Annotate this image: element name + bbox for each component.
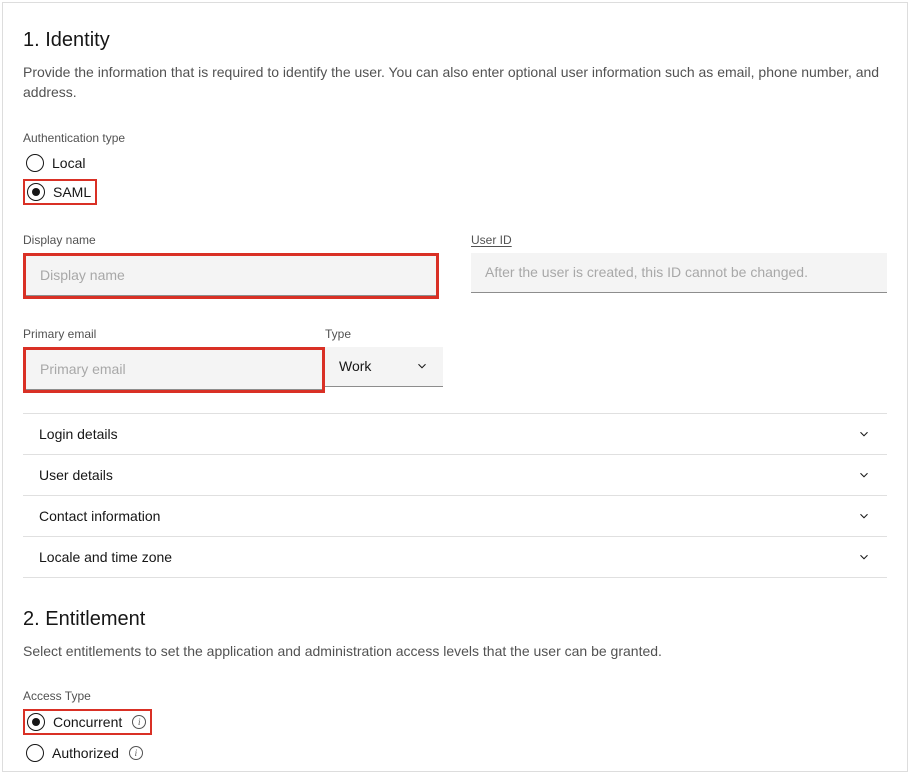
chevron-down-icon (857, 468, 871, 482)
auth-type-label: Authentication type (23, 131, 887, 145)
access-type-radio-authorized[interactable]: Authorized i (23, 741, 146, 765)
chevron-down-icon (857, 427, 871, 441)
access-type-label: Access Type (23, 689, 887, 703)
chevron-down-icon (857, 509, 871, 523)
access-type-radio-concurrent[interactable]: Concurrent i (23, 709, 152, 735)
primary-email-input[interactable] (26, 350, 322, 390)
entitlement-description: Select entitlements to set the applicati… (23, 641, 887, 661)
auth-type-saml-label: SAML (53, 184, 91, 200)
auth-type-local-label: Local (52, 155, 85, 171)
info-icon[interactable]: i (129, 746, 143, 760)
access-type-group: Concurrent i Authorized i (23, 709, 887, 765)
identity-accordion: Login details User details Contact infor… (23, 413, 887, 578)
user-id-label: User ID (471, 233, 887, 247)
email-type-label: Type (325, 327, 443, 341)
display-name-label: Display name (23, 233, 439, 247)
email-type-value: Work (339, 358, 371, 374)
access-type-authorized-label: Authorized (52, 745, 119, 761)
form-container: 1. Identity Provide the information that… (2, 2, 908, 772)
identity-title: 1. Identity (23, 29, 887, 52)
identity-description: Provide the information that is required… (23, 62, 887, 103)
radio-icon (27, 713, 45, 731)
radio-icon (27, 183, 45, 201)
accordion-user-details[interactable]: User details (23, 455, 887, 496)
accordion-label: Login details (39, 426, 118, 442)
auth-type-radio-local[interactable]: Local (23, 151, 88, 175)
auth-type-radio-saml[interactable]: SAML (23, 179, 97, 205)
email-type-select[interactable]: Work (325, 347, 443, 387)
accordion-label: Locale and time zone (39, 549, 172, 565)
auth-type-group: Local SAML (23, 151, 887, 205)
chevron-down-icon (415, 359, 429, 373)
user-id-input[interactable] (471, 253, 887, 293)
chevron-down-icon (857, 550, 871, 564)
accordion-login-details[interactable]: Login details (23, 414, 887, 455)
display-name-input[interactable] (26, 256, 436, 296)
accordion-locale-timezone[interactable]: Locale and time zone (23, 537, 887, 578)
accordion-label: User details (39, 467, 113, 483)
accordion-contact-info[interactable]: Contact information (23, 496, 887, 537)
radio-icon (26, 744, 44, 762)
accordion-label: Contact information (39, 508, 160, 524)
radio-icon (26, 154, 44, 172)
info-icon[interactable]: i (132, 715, 146, 729)
access-type-concurrent-label: Concurrent (53, 714, 122, 730)
entitlement-title: 2. Entitlement (23, 608, 887, 631)
primary-email-label: Primary email (23, 327, 325, 341)
